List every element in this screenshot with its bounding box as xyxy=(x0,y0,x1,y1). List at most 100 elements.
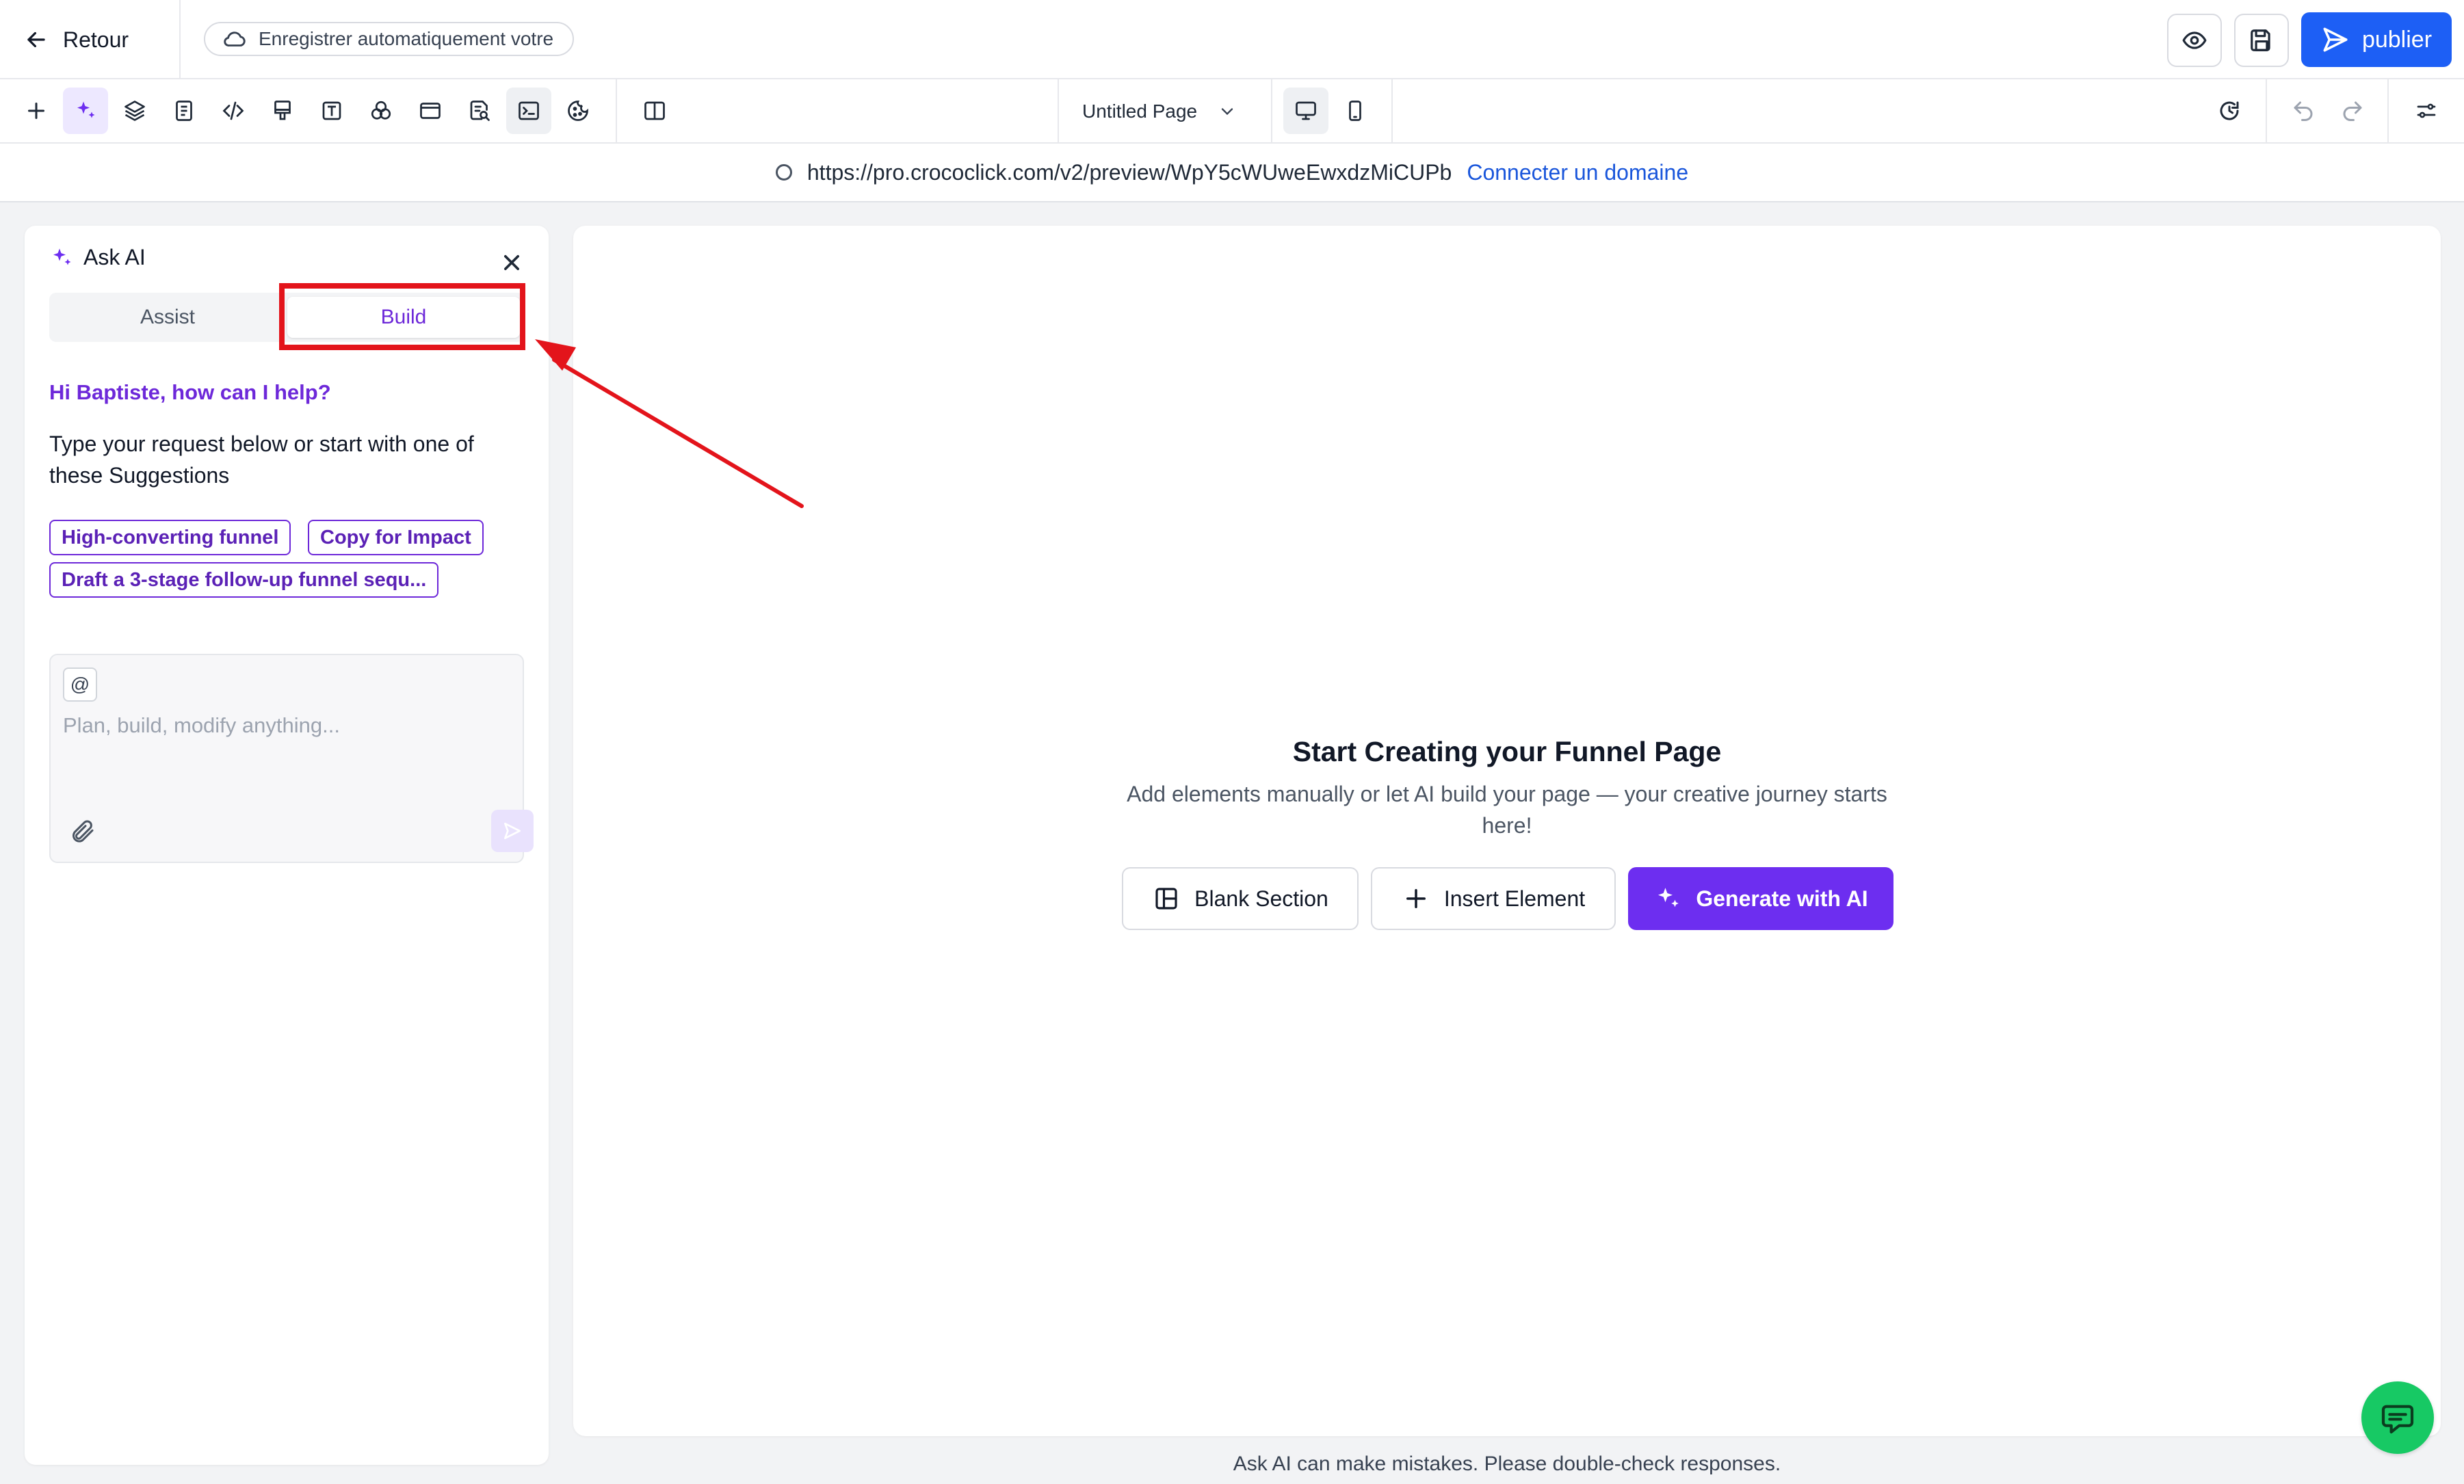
suggestion-chip[interactable]: Copy for Impact xyxy=(308,520,484,555)
greeting: Hi Baptiste, how can I help? xyxy=(49,380,331,404)
top-bar: Retour Enregistrer automatiquement votre… xyxy=(0,0,2464,79)
ai-tool[interactable] xyxy=(63,88,108,134)
editor-toolbar: Untitled Page xyxy=(0,79,2464,144)
terminal-icon xyxy=(516,98,541,123)
prompt-input[interactable] xyxy=(63,702,501,750)
divider xyxy=(2387,79,2389,144)
history-icon xyxy=(2217,98,2242,123)
code-tool[interactable] xyxy=(211,88,256,134)
split-view-tool[interactable] xyxy=(632,88,677,134)
cookie-icon xyxy=(566,98,590,123)
desktop-view-button[interactable] xyxy=(1283,88,1328,134)
window-icon xyxy=(418,98,443,123)
page-select-value: Untitled Page xyxy=(1082,101,1198,122)
close-icon xyxy=(497,248,527,278)
generate-ai-button[interactable]: Generate with AI xyxy=(1628,867,1893,930)
add-icon xyxy=(24,98,49,123)
layers-tool[interactable] xyxy=(112,88,157,134)
send-icon xyxy=(501,820,523,842)
undo-icon xyxy=(2291,98,2316,123)
intro-text: Type your request below or start with on… xyxy=(49,432,474,488)
layers-icon xyxy=(122,98,147,123)
ai-disclaimer: Ask AI can make mistakes. Please double-… xyxy=(1233,1453,1781,1475)
divider xyxy=(1391,79,1393,144)
redo-icon xyxy=(2340,98,2365,123)
close-panel-button[interactable] xyxy=(497,248,527,278)
divider xyxy=(1058,79,1059,144)
chevron-down-icon xyxy=(1218,102,1237,121)
connect-domain-link[interactable]: Connecter un domaine xyxy=(1467,160,1688,185)
arrow-left-icon xyxy=(23,27,49,53)
style-tool[interactable] xyxy=(260,88,305,134)
page-icon xyxy=(172,98,196,123)
tab-assist[interactable]: Assist xyxy=(53,297,282,338)
preview-url[interactable]: https://pro.crococlick.com/v2/preview/Wp… xyxy=(807,160,1452,185)
save-button[interactable] xyxy=(2234,14,2289,67)
search-doc-icon xyxy=(467,98,492,123)
eye-icon xyxy=(2181,27,2207,53)
components-icon xyxy=(369,98,393,123)
sections-tool[interactable] xyxy=(408,88,453,134)
text-tool[interactable] xyxy=(309,88,354,134)
components-tool[interactable] xyxy=(358,88,404,134)
back-label: Retour xyxy=(63,27,129,52)
plus-icon xyxy=(1402,884,1430,913)
sparkles-icon xyxy=(1653,884,1682,913)
autosave-label: Enregistrer automatiquement votre xyxy=(259,28,554,49)
settings-button[interactable] xyxy=(2404,88,2449,134)
url-bar: https://pro.crococlick.com/v2/preview/Wp… xyxy=(0,144,2464,202)
code-icon xyxy=(221,98,246,123)
history-button[interactable] xyxy=(2207,88,2252,134)
attach-button[interactable] xyxy=(68,818,99,848)
status-circle-icon xyxy=(775,164,792,181)
suggestion-chip[interactable]: Draft a 3-stage follow-up funnel sequ... xyxy=(49,562,439,598)
page-select[interactable]: Untitled Page xyxy=(1082,96,1237,127)
page-canvas[interactable]: Start Creating your Funnel Page Add elem… xyxy=(573,226,2441,1436)
send-prompt-button[interactable] xyxy=(491,810,534,852)
brush-icon xyxy=(270,98,295,123)
ask-ai-panel: Ask AI Assist Build Hi Baptiste, how can… xyxy=(25,226,549,1465)
paperclip-icon xyxy=(68,818,99,845)
empty-state-description: Add elements manually or let AI build yo… xyxy=(1127,782,1887,838)
preview-button[interactable] xyxy=(2167,14,2222,67)
sparkles-icon xyxy=(49,246,74,270)
undo-button[interactable] xyxy=(2281,88,2326,134)
sparkles-icon xyxy=(73,98,98,123)
mobile-icon xyxy=(1343,98,1367,123)
redo-button[interactable] xyxy=(2330,88,2375,134)
text-icon xyxy=(319,98,344,123)
prompt-composer: @ xyxy=(49,654,534,863)
blank-section-button[interactable]: Blank Section xyxy=(1122,867,1359,930)
mention-button[interactable]: @ xyxy=(63,667,97,702)
suggestion-chip[interactable]: High-converting funnel xyxy=(49,520,291,555)
cookie-tool[interactable] xyxy=(555,88,601,134)
empty-state-title: Start Creating your Funnel Page xyxy=(1292,736,1722,767)
divider xyxy=(616,79,617,144)
divider xyxy=(179,0,181,79)
insert-element-label: Insert Element xyxy=(1443,886,1586,911)
layout-icon xyxy=(1152,884,1181,913)
cloud-icon xyxy=(222,26,248,52)
generate-ai-label: Generate with AI xyxy=(1696,886,1868,911)
blank-section-label: Blank Section xyxy=(1194,886,1328,911)
divider xyxy=(1271,79,1272,144)
back-button[interactable]: Retour xyxy=(23,21,129,59)
autosave-toggle[interactable]: Enregistrer automatiquement votre xyxy=(204,22,575,56)
pages-tool[interactable] xyxy=(161,88,207,134)
save-icon xyxy=(2249,27,2275,53)
sliders-icon xyxy=(2414,98,2439,123)
ai-panel-header: Ask AI xyxy=(49,245,146,270)
terminal-tool[interactable] xyxy=(506,88,551,134)
seo-tool[interactable] xyxy=(457,88,502,134)
support-chat-button[interactable] xyxy=(2361,1381,2434,1454)
annotation-highlight xyxy=(279,283,525,350)
ai-panel-title: Ask AI xyxy=(83,245,146,269)
split-view-icon xyxy=(642,98,667,123)
mobile-view-button[interactable] xyxy=(1333,88,1378,134)
publish-label: publier xyxy=(2361,26,2433,53)
publish-button[interactable]: publier xyxy=(2301,12,2452,67)
chat-icon xyxy=(2378,1399,2417,1437)
insert-element-button[interactable]: Insert Element xyxy=(1371,867,1616,930)
add-tool[interactable] xyxy=(14,88,59,134)
divider xyxy=(2266,79,2267,144)
